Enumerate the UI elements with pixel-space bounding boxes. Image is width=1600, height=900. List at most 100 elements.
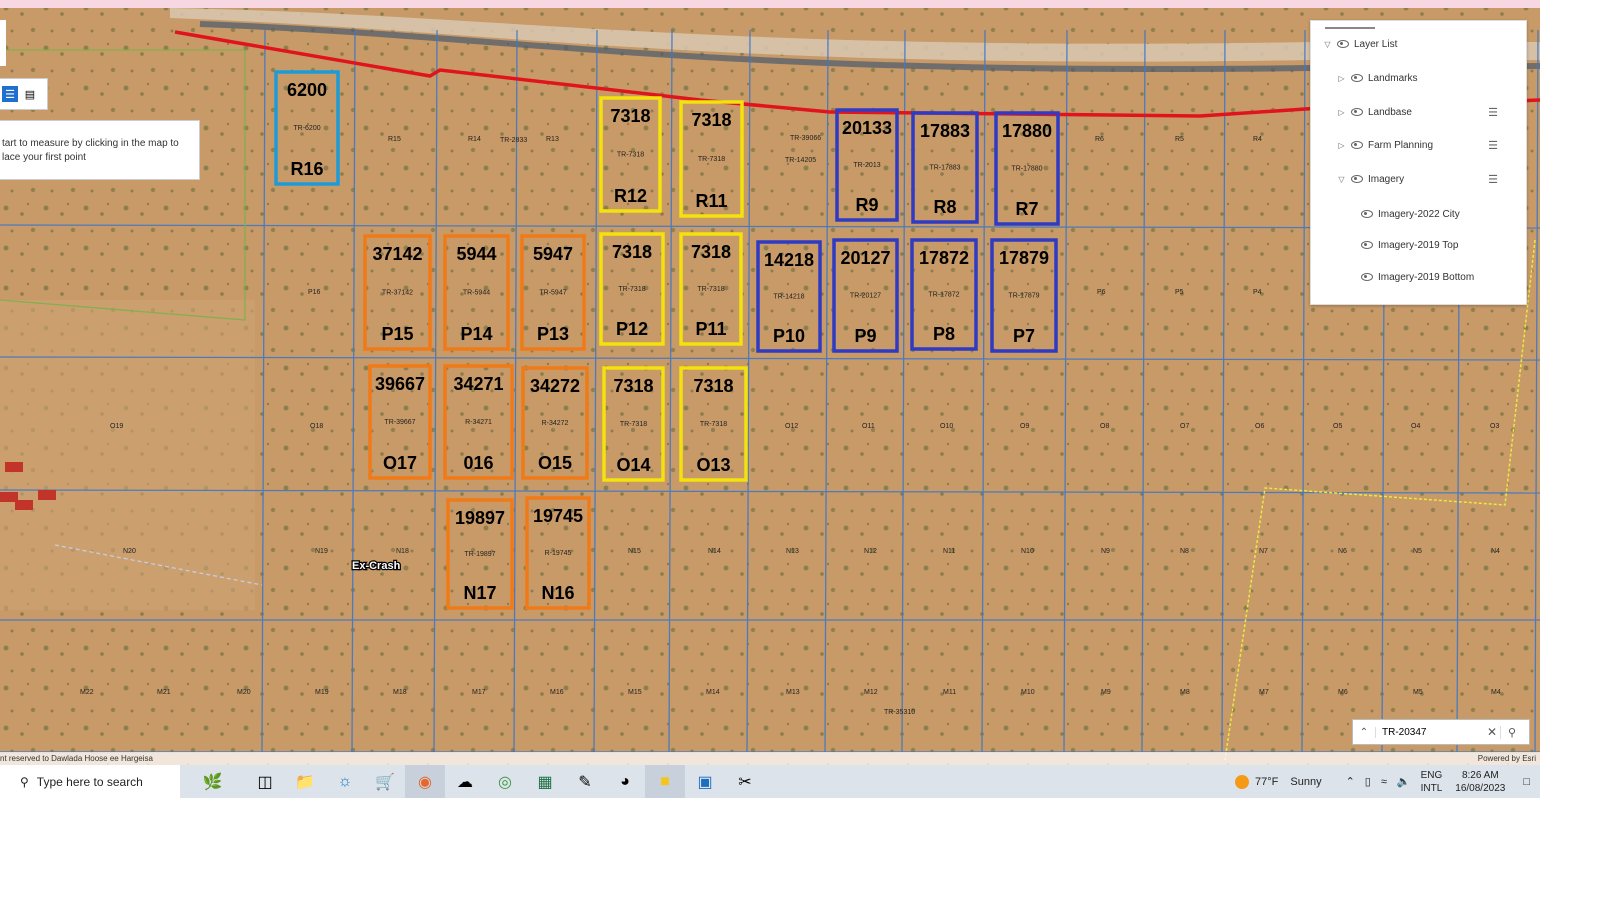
- parcel-label: M6: [1338, 689, 1348, 696]
- parcel-label: N9: [1101, 548, 1110, 555]
- measure-area-button[interactable]: ▤: [22, 86, 38, 102]
- search-highlight-icon[interactable]: 🌿: [180, 765, 245, 798]
- plot-tr-label: TR-39667: [384, 419, 415, 426]
- plot-tr-label: TR-20127: [850, 293, 881, 300]
- parcel-label: O10: [940, 423, 953, 430]
- plot-tr-label: R-34271: [465, 419, 492, 426]
- chrome-icon[interactable]: ◎: [485, 765, 525, 798]
- parcel-label: N12: [864, 548, 877, 555]
- plot-tr-label: TR-17883: [929, 165, 960, 172]
- eye-icon[interactable]: [1351, 108, 1363, 116]
- layer-item-imagery-2019-top[interactable]: Imagery-2019 Top: [1361, 237, 1458, 253]
- plot-number: 20133: [842, 118, 892, 138]
- chevron-right-icon[interactable]: ▷: [1337, 108, 1346, 117]
- excel-icon[interactable]: ▦: [525, 765, 565, 798]
- parcel-label: M11: [943, 689, 956, 696]
- chevron-down-icon[interactable]: ▽: [1337, 175, 1346, 184]
- parcel-label: M16: [550, 689, 564, 696]
- plot-tr-label: TR-37142: [382, 290, 413, 297]
- layer-label: Imagery-2019 Top: [1378, 239, 1459, 251]
- store-icon[interactable]: 🛒: [365, 765, 405, 798]
- parcel-label: M21: [157, 689, 171, 696]
- parcel-label: O3: [1490, 423, 1499, 430]
- eye-icon[interactable]: [1361, 210, 1373, 218]
- measure-hint: tart to measure by clicking in the map t…: [0, 120, 200, 180]
- measure-distance-button[interactable]: ☰: [2, 86, 18, 102]
- close-icon[interactable]: ✕: [1484, 725, 1500, 739]
- building: [15, 500, 33, 510]
- chevron-up-icon[interactable]: ⌃: [1353, 726, 1376, 738]
- chevron-up-icon[interactable]: ⌃: [1341, 775, 1360, 788]
- plot-number: 7318: [691, 242, 731, 262]
- eye-icon[interactable]: [1337, 40, 1349, 48]
- layer-options-icon[interactable]: ☰: [1488, 173, 1498, 186]
- plot-id: P14: [460, 324, 492, 344]
- parcel-label: N20: [123, 548, 136, 555]
- battery-icon[interactable]: ▯: [1360, 775, 1376, 788]
- plot-id: O13: [696, 455, 730, 475]
- layer-item-landbase[interactable]: ▷ Landbase ☰: [1337, 104, 1512, 120]
- plot-tr-label: TR-19897: [464, 551, 495, 558]
- firefox-icon[interactable]: ◉: [405, 765, 445, 798]
- layer-options-icon[interactable]: ☰: [1488, 106, 1498, 119]
- file-explorer-icon[interactable]: 📁: [285, 765, 325, 798]
- layer-list-header[interactable]: ▽ Layer List: [1323, 36, 1397, 52]
- parcel-label: M4: [1491, 689, 1501, 696]
- eye-icon[interactable]: [1351, 141, 1363, 149]
- language-indicator[interactable]: ENG INTL: [1416, 769, 1448, 795]
- layer-item-landmarks[interactable]: ▷ Landmarks: [1337, 70, 1417, 86]
- sun-icon: [1235, 774, 1250, 789]
- eye-icon[interactable]: [1361, 241, 1373, 249]
- eye-icon[interactable]: [1351, 175, 1363, 183]
- parcel-label: P16: [308, 289, 321, 296]
- eye-icon[interactable]: [1361, 273, 1373, 281]
- sticky-notes-icon[interactable]: ■: [645, 765, 685, 798]
- system-tray: 77°F Sunny ⌃ ▯ ≈ 🔈 ENG INTL 8:26 AM 16/0…: [1230, 765, 1540, 798]
- clock[interactable]: 8:26 AM 16/08/2023: [1447, 769, 1513, 795]
- layer-item-imagery[interactable]: ▽ Imagery ☰: [1337, 171, 1512, 187]
- notification-icon[interactable]: □: [1513, 776, 1540, 788]
- photos-icon[interactable]: ▣: [685, 765, 725, 798]
- app-icon[interactable]: ☁: [445, 765, 485, 798]
- chevron-right-icon[interactable]: ▷: [1337, 141, 1346, 150]
- layer-options-icon[interactable]: ☰: [1488, 139, 1498, 152]
- plot-tr-label: TR-5947: [539, 290, 566, 297]
- app-globe-icon[interactable]: ◕: [605, 765, 645, 798]
- snipping-tool-icon[interactable]: ✂: [725, 765, 765, 798]
- parcel-label: TR-14205: [785, 157, 816, 164]
- volume-icon[interactable]: 🔈: [1392, 775, 1416, 788]
- eye-icon[interactable]: [1351, 74, 1363, 82]
- plot-tr-label: R-34272: [542, 420, 569, 427]
- search-input[interactable]: [1376, 725, 1484, 739]
- plot-tr-label: TR-17880: [1011, 166, 1042, 173]
- pen-tool-icon[interactable]: ✎: [565, 765, 605, 798]
- parcel-label: O19: [110, 423, 123, 430]
- map-view[interactable]: R15 R14 R13 R6 R5 R4 P16 P6 P5 P4 O19 O18 O12 O11 O10 O…: [0, 0, 1540, 765]
- attribution-esri[interactable]: Powered by Esri: [1478, 752, 1536, 765]
- task-view-icon[interactable]: ◫: [245, 765, 285, 798]
- edge-browser-icon[interactable]: ☼: [325, 765, 365, 798]
- layer-item-imagery-2019-bottom[interactable]: Imagery-2019 Bottom: [1361, 269, 1474, 285]
- layer-item-farm-planning[interactable]: ▷ Farm Planning ☰: [1337, 137, 1512, 153]
- plot-number: 19745: [533, 506, 583, 526]
- plot-id: P8: [933, 324, 955, 344]
- wifi-icon[interactable]: ≈: [1376, 776, 1392, 788]
- parcel-label: N7: [1259, 548, 1268, 555]
- parcel-label: TR-39066: [790, 135, 821, 142]
- layer-item-imagery-2022-city[interactable]: Imagery-2022 City: [1361, 206, 1460, 222]
- parcel-label: N4: [1491, 548, 1500, 555]
- parcel-label: M7: [1259, 689, 1269, 696]
- layer-list-title: Layer List: [1354, 38, 1398, 50]
- weather-widget[interactable]: 77°F Sunny: [1230, 774, 1327, 789]
- plot-id: P10: [773, 326, 805, 346]
- layer-label: Imagery-2019 Bottom: [1378, 271, 1475, 283]
- chevron-down-icon[interactable]: ▽: [1323, 40, 1332, 49]
- chevron-right-icon[interactable]: ▷: [1337, 74, 1346, 83]
- left-panel-edge[interactable]: [0, 20, 6, 66]
- parcel-label: M13: [786, 689, 800, 696]
- search-icon[interactable]: ⚲: [1500, 725, 1523, 739]
- plot-id: O14: [616, 455, 650, 475]
- panel-drag-handle[interactable]: [1325, 27, 1375, 29]
- taskbar-search[interactable]: ⚲ Type here to search: [10, 765, 180, 798]
- plot-tr-label: TR-7318: [620, 421, 647, 428]
